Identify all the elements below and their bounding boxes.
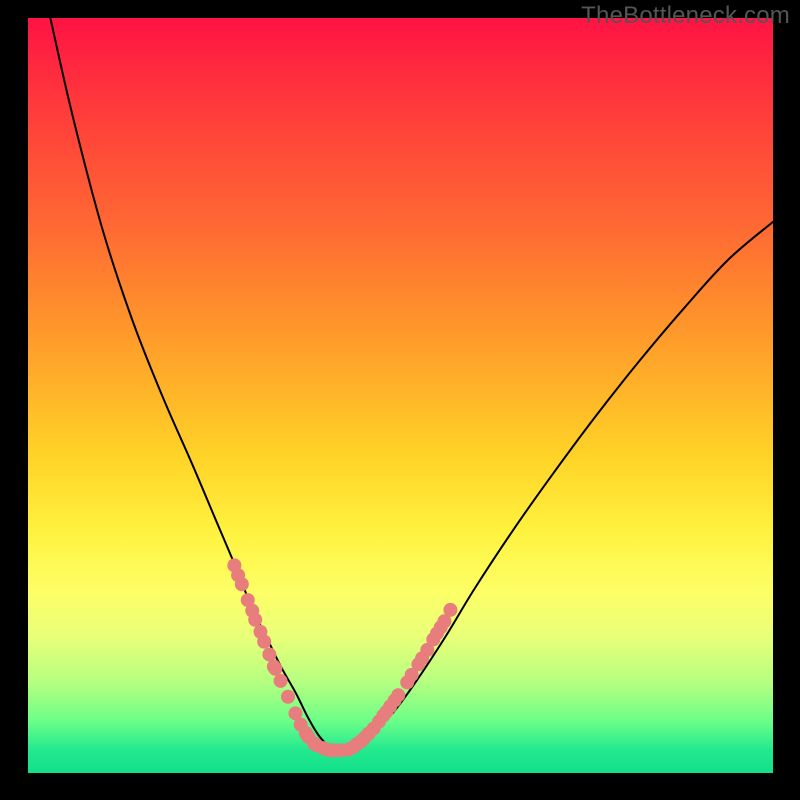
chart-frame: TheBottleneck.com xyxy=(0,0,800,800)
data-point xyxy=(281,690,295,704)
markers-left xyxy=(227,558,348,757)
data-point xyxy=(248,613,262,627)
data-point xyxy=(257,635,271,649)
curve-line xyxy=(50,18,773,750)
markers-right xyxy=(341,603,457,757)
data-point xyxy=(274,674,288,688)
chart-svg xyxy=(28,18,773,773)
data-point xyxy=(443,603,457,617)
plot-area xyxy=(28,18,773,773)
watermark-text: TheBottleneck.com xyxy=(581,2,790,30)
data-point xyxy=(235,577,249,591)
data-point xyxy=(268,662,282,676)
data-point xyxy=(262,647,276,661)
data-point xyxy=(391,688,405,702)
